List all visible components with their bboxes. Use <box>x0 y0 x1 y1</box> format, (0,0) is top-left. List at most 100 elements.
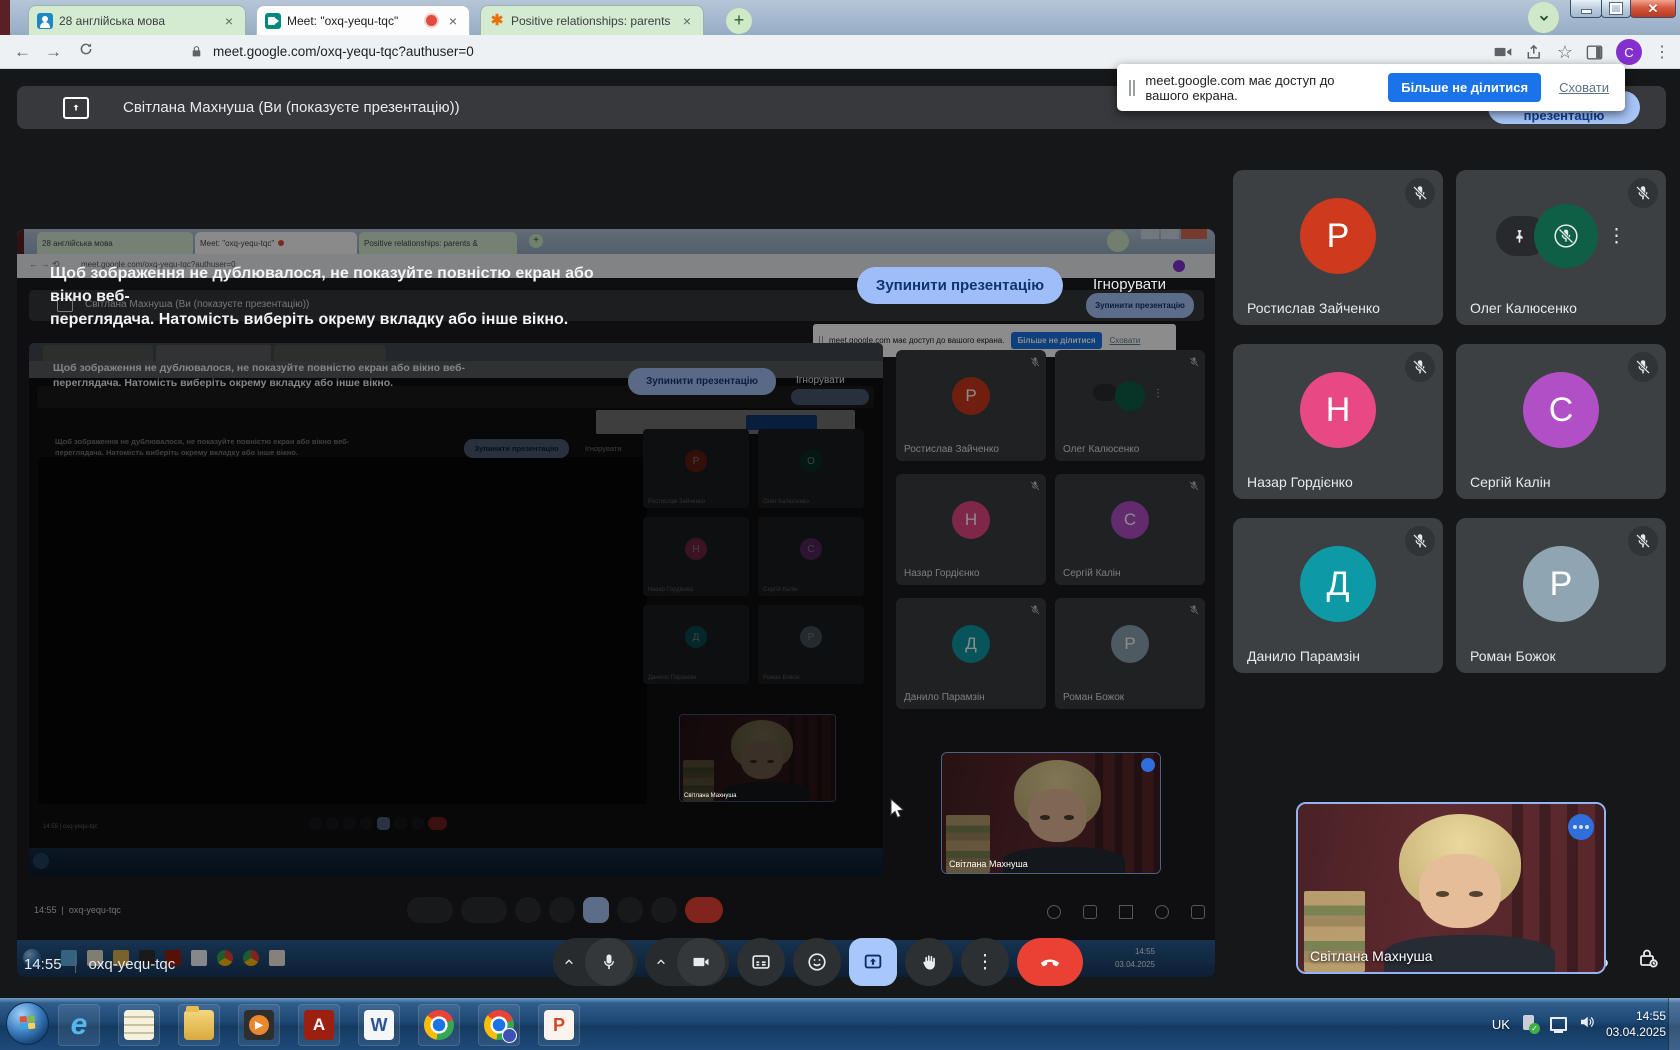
selfview-name: Світлана Махнуша <box>1310 948 1432 964</box>
participant-tile[interactable]: Н Назар Гордієнко <box>1233 344 1443 499</box>
avatar: С <box>1523 372 1599 448</box>
overlay-ignore-button[interactable]: Ігнорувати <box>1093 276 1166 293</box>
word-icon[interactable]: W <box>358 1004 400 1046</box>
site-favicon: ✱ <box>489 13 505 29</box>
show-desktop-button[interactable] <box>1668 998 1680 1050</box>
camera-options-chevron-icon[interactable] <box>645 954 677 970</box>
internet-explorer-icon[interactable]: e <box>58 1004 100 1046</box>
tab-meet[interactable]: Meet: "oxq-yequ-tqc" × <box>256 5 470 35</box>
participant-tile[interactable]: Д Данило Парамзін <box>1233 518 1443 673</box>
tab-title: Meet: "oxq-yequ-tqc" <box>287 14 420 28</box>
shared-screen-tile[interactable]: 28 англійська мова Meet: "oxq-yequ-tqc" … <box>17 229 1215 977</box>
avatar-muted <box>1534 204 1598 268</box>
host-controls-lock-icon[interactable] <box>1634 944 1662 972</box>
camera-icon[interactable] <box>677 938 725 986</box>
lock-icon <box>190 45 203 58</box>
selfview-tile[interactable]: Світлана Махнуша <box>1296 802 1606 974</box>
camera-in-use-icon[interactable] <box>1493 42 1513 62</box>
tab-close-icon[interactable]: × <box>445 13 461 29</box>
mic-off-icon <box>1405 526 1435 556</box>
divider <box>75 956 76 973</box>
avatar: Р <box>1523 546 1599 622</box>
stop-sharing-button[interactable]: Більше не ділитися <box>1388 73 1541 102</box>
window-controls: ✕ <box>1571 0 1676 18</box>
mic-off-icon <box>1405 352 1435 382</box>
forward-icon[interactable]: → <box>45 42 62 62</box>
camera-button-group[interactable] <box>645 938 729 986</box>
tab-close-icon[interactable]: × <box>679 13 695 29</box>
chrome-icon[interactable] <box>418 1004 460 1046</box>
mic-options-chevron-icon[interactable] <box>553 954 585 970</box>
adobe-reader-icon[interactable]: A <box>298 1004 340 1046</box>
tab-search-chevron-icon[interactable] <box>1528 2 1559 33</box>
desktop-edge <box>0 0 10 35</box>
omnibox[interactable]: meet.google.com/oxq-yequ-tqc?authuser=0 <box>190 44 474 59</box>
mic-off-icon <box>1628 178 1658 208</box>
raise-hand-button[interactable] <box>905 938 953 986</box>
share-icon[interactable] <box>1525 42 1545 62</box>
usb-device-icon[interactable]: ✓ <box>1520 1014 1538 1034</box>
tab-title: Positive relationships: parents & <box>511 14 673 28</box>
mic-icon[interactable] <box>585 938 633 986</box>
minimize-button[interactable] <box>1570 0 1602 18</box>
present-icon <box>63 97 89 119</box>
tray-clock[interactable]: 14:55 03.04.2025 <box>1606 1008 1666 1040</box>
participant-tile[interactable]: Р Ростислав Зайченко <box>1233 170 1443 325</box>
mic-off-icon <box>1628 352 1658 382</box>
reload-icon[interactable] <box>78 41 94 62</box>
meeting-statusbar: 14:55 oxq-yequ-tqc <box>24 956 175 973</box>
drag-grip-icon[interactable] <box>1129 80 1135 96</box>
mouse-cursor <box>890 798 907 820</box>
tab-close-icon[interactable]: × <box>221 13 237 29</box>
network-icon[interactable] <box>1548 1015 1568 1033</box>
tab-english-class[interactable]: 28 англійська мова × <box>28 5 246 35</box>
close-button[interactable]: ✕ <box>1630 0 1676 18</box>
new-tab-button[interactable]: + <box>726 8 752 34</box>
participant-tile[interactable]: Р Роман Божок <box>1456 518 1666 673</box>
more-options-button[interactable]: ⋮ <box>961 938 1009 986</box>
avatar: Р <box>1300 198 1376 274</box>
mic-button-group[interactable] <box>553 938 637 986</box>
avatar: Н <box>1300 372 1376 448</box>
present-button-active[interactable] <box>849 938 897 986</box>
notice-text: meet.google.com має доступ до вашого екр… <box>1145 73 1374 103</box>
participant-tile-hovered[interactable]: ⋮ Олег Калюсенко <box>1456 170 1666 325</box>
overlay-stop-presentation-button[interactable]: Зупинити презентацію <box>857 267 1063 304</box>
tile-menu-icon[interactable]: ⋮ <box>1607 225 1626 248</box>
duplicate-screen-warning: Щоб зображення не дублювалося, не показу… <box>50 262 610 332</box>
screen-access-notice: meet.google.com має доступ до вашого екр… <box>1117 64 1625 111</box>
windows-taskbar: e ▶ A W P UK ✓ 14:55 03.04.2025 <box>0 998 1680 1050</box>
clock: 14:55 <box>24 956 62 973</box>
folder-icon[interactable] <box>178 1004 220 1046</box>
powerpoint-icon[interactable]: P <box>538 1004 580 1046</box>
start-button[interactable] <box>6 1002 49 1045</box>
participant-name: Данило Парамзін <box>1247 648 1360 664</box>
hide-notice-link[interactable]: Сховати <box>1559 80 1609 95</box>
captions-button[interactable] <box>737 938 785 986</box>
classroom-favicon <box>37 13 53 29</box>
browser-menu-icon[interactable]: ⋮ <box>1654 42 1670 62</box>
meet-page: Світлана Махнуша (Ви (показуєте презента… <box>0 69 1680 998</box>
end-call-button[interactable] <box>1017 938 1083 986</box>
restore-button[interactable] <box>1601 0 1631 18</box>
mirror-dim-scrim <box>17 229 1215 977</box>
browser-tab-strip: 28 англійська мова × Meet: "oxq-yequ-tqc… <box>0 0 1680 35</box>
language-indicator[interactable]: UK <box>1492 1017 1510 1032</box>
selfview-menu-icon[interactable] <box>1568 814 1594 840</box>
windows-flag-icon <box>20 1016 37 1032</box>
media-player-icon[interactable]: ▶ <box>238 1004 280 1046</box>
notes-document-icon[interactable] <box>118 1004 160 1046</box>
tab-title: 28 англійська мова <box>59 14 215 28</box>
tab-positive-relationships[interactable]: ✱ Positive relationships: parents & × <box>480 5 704 35</box>
side-panel-icon[interactable] <box>1585 43 1604 62</box>
volume-icon[interactable] <box>1578 1013 1596 1036</box>
profile-avatar[interactable]: C <box>1616 39 1642 65</box>
reactions-button[interactable] <box>793 938 841 986</box>
meeting-code: oxq-yequ-tqc <box>89 956 176 973</box>
bookmark-star-icon[interactable]: ☆ <box>1557 42 1573 63</box>
participant-tile[interactable]: С Сергій Калін <box>1456 344 1666 499</box>
avatar: Д <box>1300 546 1376 622</box>
back-icon[interactable]: ← <box>14 42 31 62</box>
chrome-profile-icon[interactable] <box>478 1004 520 1046</box>
participant-name: Олег Калюсенко <box>1470 300 1577 316</box>
